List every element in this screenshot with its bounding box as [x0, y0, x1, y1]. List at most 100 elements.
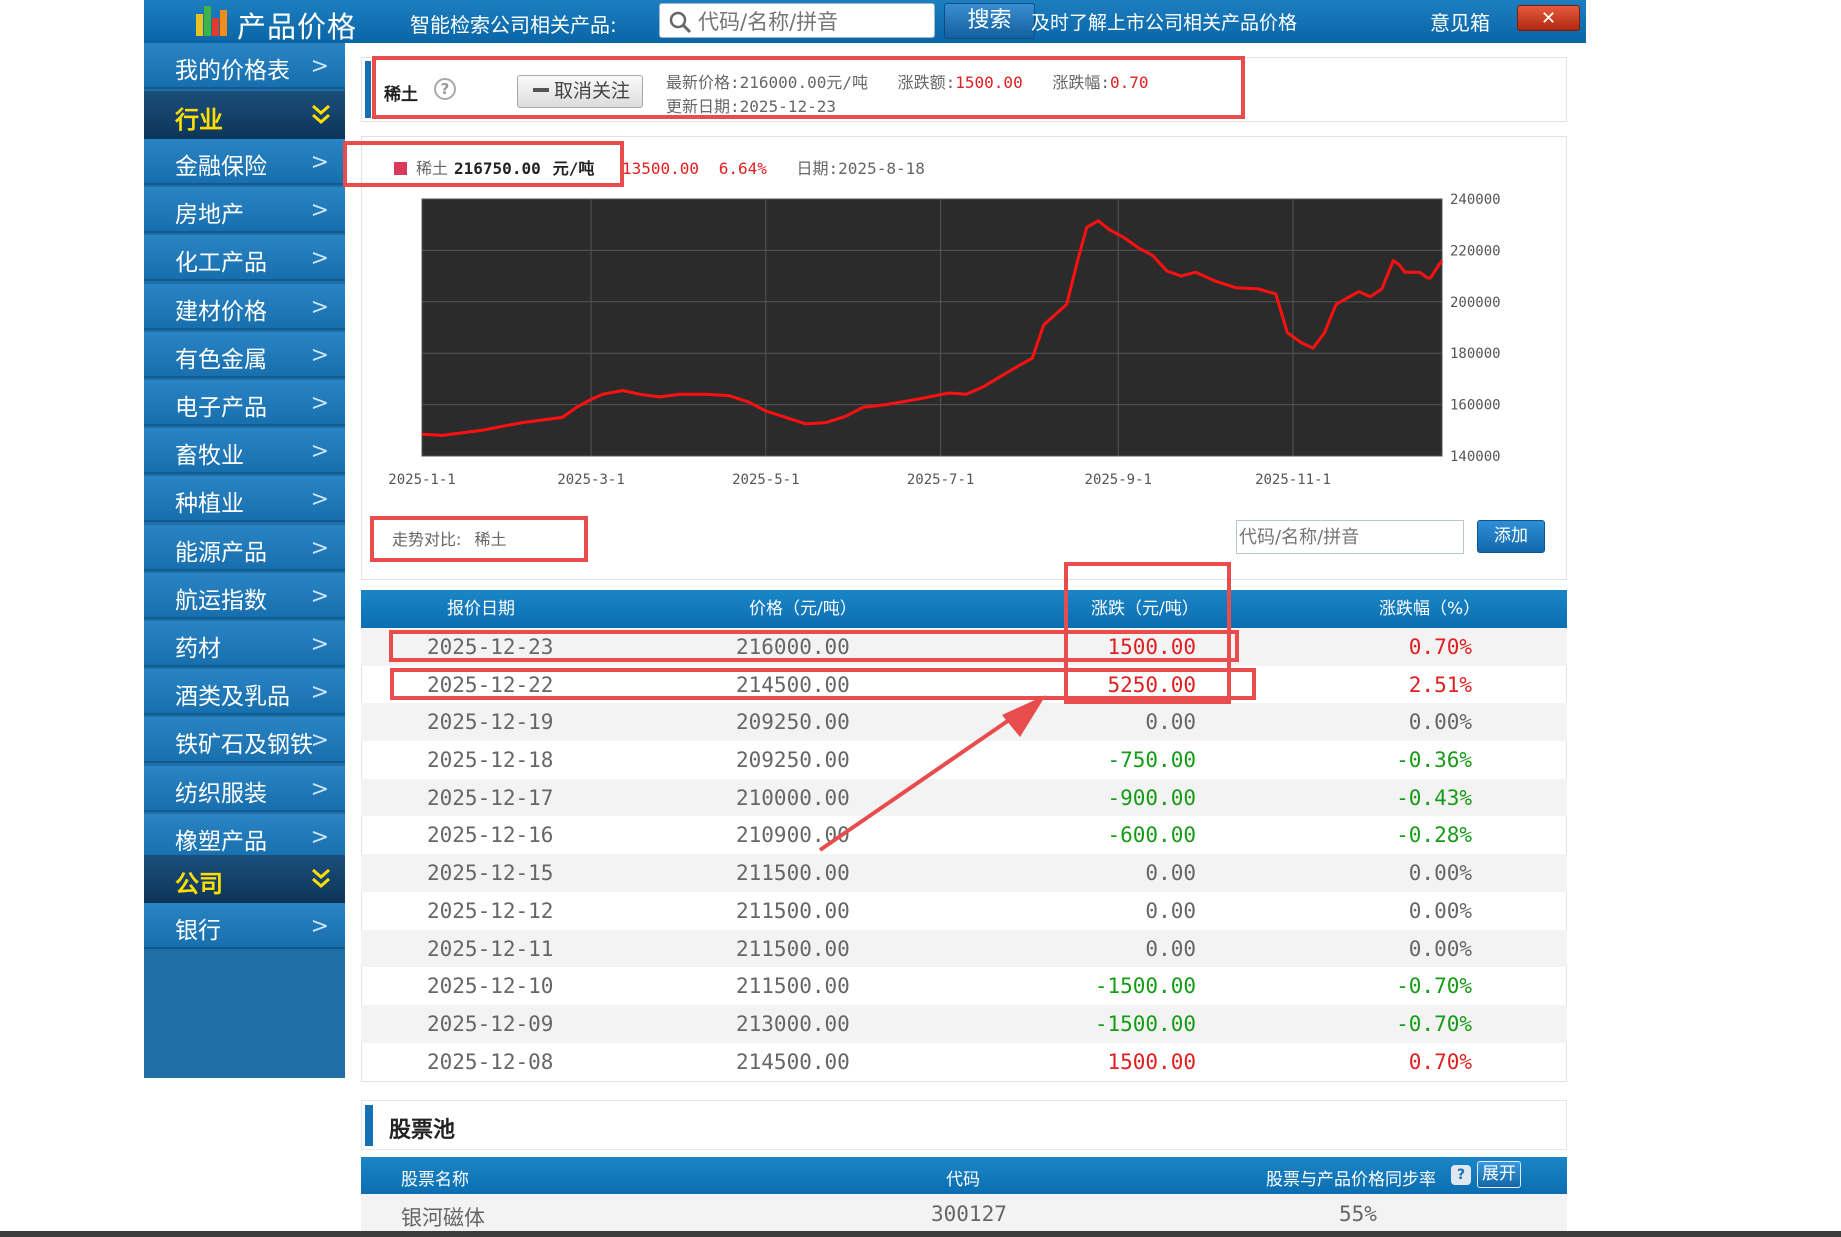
y-tick-label: 220000 — [1450, 243, 1501, 259]
row-date: 2025-12-08 — [427, 1049, 554, 1074]
sidebar-item-industry[interactable]: 能源产品 > — [144, 524, 345, 571]
row-date: 2025-12-15 — [427, 861, 554, 886]
sidebar-item-label: 银行 — [175, 918, 221, 944]
sidebar-item-industry[interactable]: 铁矿石及钢铁 > — [144, 717, 345, 764]
table-row: 2025-12-10 211500.00 -1500.00 -0.70% — [361, 967, 1567, 1005]
row-change: 0.00 — [1145, 710, 1196, 735]
table-header: 报价日期 价格（元/吨） 涨跌（元/吨） 涨跌幅（%） — [361, 590, 1567, 628]
x-tick-label: 2025-7-1 — [907, 472, 974, 488]
table-row: 2025-12-18 209250.00 -750.00 -0.36% — [361, 741, 1567, 779]
taskbar-edge — [0, 1231, 1841, 1237]
annotation-box — [343, 141, 624, 187]
row-date: 2025-12-12 — [427, 898, 554, 923]
header-price: 价格（元/吨） — [749, 599, 857, 619]
x-tick-label: 2025-9-1 — [1085, 472, 1152, 488]
row-change: -600.00 — [1107, 823, 1196, 848]
sidebar-item-label: 橡塑产品 — [175, 828, 267, 855]
y-tick-label: 200000 — [1450, 295, 1501, 311]
x-tick-label: 2025-3-1 — [557, 472, 624, 488]
add-button[interactable]: 添加 — [1477, 520, 1545, 553]
sidebar-item-industry[interactable]: 纺织服装 > — [144, 765, 345, 812]
row-date: 2025-12-10 — [427, 974, 554, 999]
row-price: 210900.00 — [736, 823, 850, 848]
stock-pool-title: 股票池 — [389, 1118, 456, 1143]
sidebar-item-label: 铁矿石及钢铁 — [175, 732, 313, 759]
stock-pool-header: 股票名称 代码 股票与产品价格同步率 ? 展开 — [361, 1157, 1567, 1194]
row-date: 2025-12-17 — [427, 785, 554, 810]
row-date: 2025-12-16 — [427, 823, 554, 848]
row-pct: -0.70% — [1396, 1011, 1472, 1036]
sidebar-item-industry[interactable]: 橡塑产品 > — [144, 813, 345, 860]
table-row: 2025-12-08 214500.00 1500.00 0.70% — [361, 1043, 1567, 1081]
table-row: 2025-12-09 213000.00 -1500.00 -0.70% — [361, 1004, 1567, 1043]
row-pct: -0.28% — [1396, 823, 1472, 848]
row-pct: 0.70% — [1408, 1049, 1472, 1074]
stock-pool-title-bar: 股票池 — [361, 1100, 1567, 1150]
sidebar-item-industry[interactable]: 药材 > — [144, 621, 345, 667]
sidebar-item-label: 药材 — [175, 636, 221, 662]
x-tick-label: 2025-5-1 — [732, 472, 799, 488]
sidebar-section-company[interactable]: 公司 — [144, 855, 345, 903]
row-change: 0.00 — [1145, 861, 1196, 886]
row-change: -1500.00 — [1094, 974, 1196, 999]
row-pct: 0.00% — [1408, 861, 1472, 886]
y-tick-label: 180000 — [1450, 346, 1501, 362]
stock-name[interactable]: 银河磁体 — [401, 1202, 485, 1232]
chevron-right-icon: > — [310, 583, 329, 609]
row-change: -1500.00 — [1094, 1011, 1196, 1036]
chevron-right-icon: > — [310, 914, 329, 939]
sidebar-item-industry[interactable]: 航运指数 > — [144, 572, 345, 619]
annotation-box — [370, 516, 588, 562]
header-sync-rate: 股票与产品价格同步率 — [1266, 1170, 1436, 1190]
sidebar-item-industry[interactable]: 酒类及乳品 > — [144, 669, 345, 716]
x-tick-label: 2025-11-1 — [1255, 472, 1331, 488]
chevron-right-icon: > — [310, 776, 329, 802]
compare-input[interactable] — [1236, 520, 1464, 554]
table-row: 2025-12-11 211500.00 0.00 0.00% — [361, 929, 1567, 968]
chevron-right-icon: > — [310, 680, 329, 706]
chevron-right-icon: > — [310, 535, 329, 561]
sidebar-item-bank[interactable]: 银行 > — [144, 903, 345, 949]
row-price: 211500.00 — [736, 974, 850, 999]
row-date: 2025-12-19 — [427, 710, 554, 735]
row-change: 1500.00 — [1107, 1049, 1196, 1074]
annotation-box — [390, 668, 1256, 700]
row-pct: 0.70% — [1408, 635, 1472, 659]
row-date: 2025-12-11 — [427, 936, 554, 961]
table-row: 2025-12-15 211500.00 0.00 0.00% — [361, 854, 1567, 892]
row-pct: 0.00% — [1408, 936, 1472, 961]
sidebar-section-label: 公司 — [175, 870, 223, 898]
row-change: 0.00 — [1145, 898, 1196, 923]
price-table: 报价日期 价格（元/吨） 涨跌（元/吨） 涨跌幅（%） 2025-12-23 21… — [361, 590, 1567, 1080]
header-date: 报价日期 — [447, 599, 515, 619]
row-change: -750.00 — [1107, 748, 1196, 773]
help-icon[interactable]: ? — [1451, 1165, 1471, 1185]
expand-button[interactable]: 展开 — [1477, 1161, 1521, 1188]
row-price: 213000.00 — [736, 1011, 850, 1036]
sidebar-item-label: 能源产品 — [175, 539, 267, 566]
row-change: 0.00 — [1145, 936, 1196, 961]
header-stock-name: 股票名称 — [401, 1170, 469, 1190]
row-pct: 0.00% — [1408, 710, 1472, 735]
sidebar-item-label: 酒类及乳品 — [175, 684, 290, 711]
row-pct: -0.36% — [1396, 748, 1472, 773]
x-tick-label: 2025-1-1 — [388, 472, 455, 488]
chevron-right-icon: > — [310, 728, 329, 754]
table-row: 2025-12-16 210900.00 -600.00 -0.28% — [361, 816, 1567, 854]
plot-area — [421, 198, 1443, 457]
table-row: 2025-12-17 210000.00 -900.00 -0.43% — [361, 778, 1567, 817]
row-price: 211500.00 — [736, 936, 850, 961]
sidebar-item-label: 纺织服装 — [175, 780, 267, 807]
row-price: 214500.00 — [736, 1049, 850, 1074]
row-pct: 2.51% — [1408, 672, 1472, 697]
row-pct: 0.00% — [1408, 898, 1472, 923]
sidebar-item-label: 航运指数 — [175, 587, 267, 614]
row-date: 2025-12-18 — [427, 748, 554, 773]
row-pct: -0.43% — [1396, 785, 1472, 810]
stock-code: 300127 — [931, 1202, 1007, 1226]
header-pct: 涨跌幅（%） — [1379, 599, 1481, 619]
row-price: 211500.00 — [736, 898, 850, 923]
stock-sync-rate: 55% — [1339, 1202, 1377, 1226]
double-chevron-down-icon — [312, 868, 330, 888]
chevron-right-icon: > — [310, 632, 329, 657]
